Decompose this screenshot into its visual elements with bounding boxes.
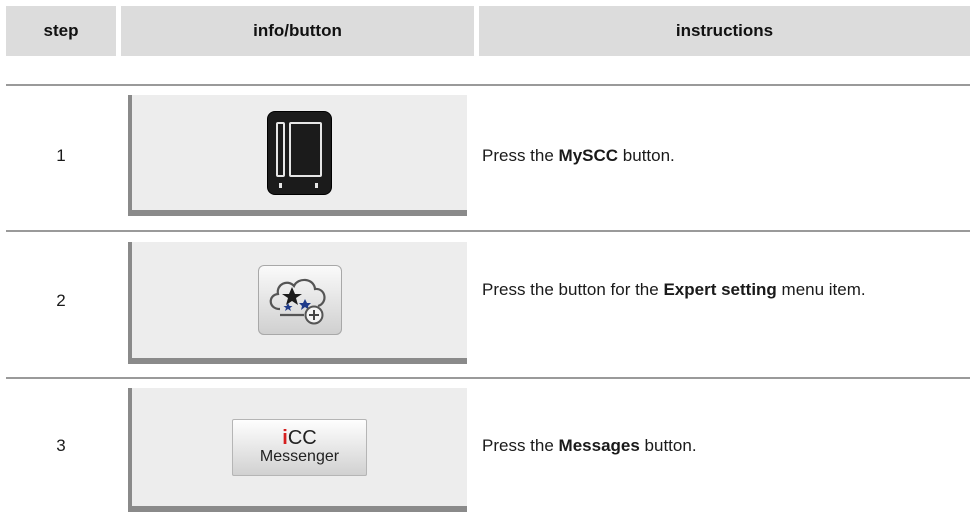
icc-label: CC bbox=[287, 427, 317, 449]
button-panel bbox=[128, 95, 467, 216]
button-panel bbox=[128, 242, 467, 364]
header-instructions: instructions bbox=[479, 6, 970, 56]
step-number: 1 bbox=[56, 146, 66, 165]
header-step: step bbox=[6, 6, 116, 56]
messenger-label: Messenger bbox=[259, 448, 340, 465]
button-name: Messages bbox=[558, 436, 640, 455]
instruction-text: Press the button for the Expert setting … bbox=[482, 280, 866, 299]
row-separator bbox=[6, 230, 970, 232]
myscc-oven-icon[interactable] bbox=[268, 111, 331, 194]
step-number: 2 bbox=[56, 291, 66, 310]
button-panel: iCC Messenger bbox=[128, 388, 467, 512]
button-name: Expert setting bbox=[663, 280, 777, 299]
instruction-text: Press the MySCC button. bbox=[482, 146, 675, 165]
button-name: MySCC bbox=[558, 146, 619, 165]
icc-messenger-icon[interactable]: iCC Messenger bbox=[232, 418, 367, 476]
row-separator bbox=[6, 84, 970, 86]
step-number: 3 bbox=[56, 436, 66, 455]
expert-setting-icon[interactable] bbox=[257, 265, 342, 335]
row-separator bbox=[6, 377, 970, 379]
header-info-button: info/button bbox=[121, 6, 474, 56]
instruction-text: Press the Messages button. bbox=[482, 436, 697, 455]
